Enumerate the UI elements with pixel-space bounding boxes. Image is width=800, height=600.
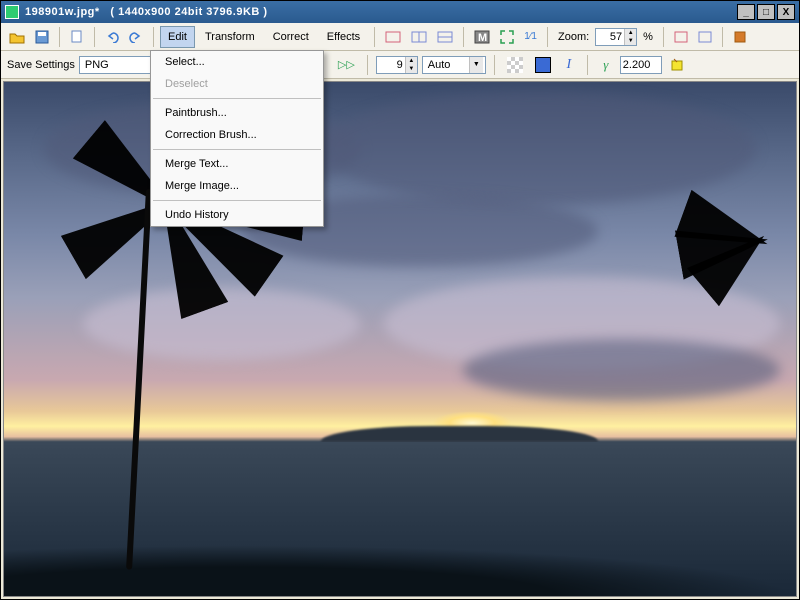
main-toolbar: Edit Transform Correct Effects M 1⁄1 Zoo…: [1, 23, 799, 51]
menu-separator: [153, 200, 321, 201]
menu-correct[interactable]: Correct: [265, 26, 317, 48]
menu-item-deselect: Deselect: [151, 73, 323, 95]
gamma-button[interactable]: γ: [596, 55, 616, 75]
window-a-button[interactable]: [670, 27, 692, 47]
gamma-field[interactable]: [620, 56, 662, 74]
window-title: 198901w.jpg* ( 1440x900 24bit 3796.9KB ): [25, 6, 735, 18]
auto-value: Auto: [425, 59, 454, 71]
number-spinner[interactable]: ▲▼: [376, 56, 418, 74]
separator: [153, 27, 154, 47]
zoom-stepper[interactable]: ▲▼: [624, 29, 636, 45]
fit-button[interactable]: [496, 27, 518, 47]
gamma-input[interactable]: [621, 57, 661, 73]
separator: [59, 27, 60, 47]
image-canvas[interactable]: [3, 81, 797, 597]
maximize-button[interactable]: □: [757, 4, 775, 20]
palm-tree-right: [717, 154, 797, 308]
zoom-label: Zoom:: [554, 31, 593, 43]
menu-item-select[interactable]: Select...: [151, 51, 323, 73]
menu-item-undo-history[interactable]: Undo History: [151, 204, 323, 226]
separator: [94, 27, 95, 47]
distant-land: [321, 426, 598, 441]
window-b-button[interactable]: [694, 27, 716, 47]
color-swatch-icon: [535, 57, 551, 73]
checker-icon: [507, 57, 523, 73]
separator: [463, 27, 464, 47]
separator: [374, 27, 375, 47]
chevron-down-icon: ▼: [469, 57, 483, 73]
zoom-spinner[interactable]: ▲▼: [595, 28, 637, 46]
view-split-h-button[interactable]: [407, 27, 431, 47]
app-window: 198901w.jpg* ( 1440x900 24bit 3796.9KB )…: [0, 0, 800, 600]
edit-note-button[interactable]: [666, 55, 688, 75]
close-button[interactable]: X: [777, 4, 795, 20]
fast-forward-button[interactable]: ▷▷: [334, 55, 359, 75]
separator: [663, 27, 664, 47]
svg-text:M: M: [478, 32, 487, 44]
separator: [587, 55, 588, 75]
interlace-button[interactable]: I: [559, 55, 579, 75]
menu-separator: [153, 149, 321, 150]
redo-button[interactable]: [125, 27, 147, 47]
menu-item-merge-image[interactable]: Merge Image...: [151, 175, 323, 197]
options-button[interactable]: [729, 27, 751, 47]
menu-item-merge-text[interactable]: Merge Text...: [151, 153, 323, 175]
open-button[interactable]: [5, 27, 29, 47]
separator: [367, 55, 368, 75]
edit-dropdown: Select... Deselect Paintbrush... Correct…: [150, 50, 324, 227]
filename: 198901w.jpg*: [25, 6, 100, 18]
view-single-button[interactable]: [381, 27, 405, 47]
image-info: ( 1440x900 24bit 3796.9KB ): [110, 6, 267, 18]
save-button[interactable]: [31, 27, 53, 47]
menu-separator: [153, 98, 321, 99]
undo-button[interactable]: [101, 27, 123, 47]
number-stepper[interactable]: ▲▼: [405, 57, 417, 73]
zoom-input[interactable]: [596, 29, 624, 45]
separator: [494, 55, 495, 75]
color-button[interactable]: [531, 55, 555, 75]
transparency-button[interactable]: [503, 55, 527, 75]
menu-edit[interactable]: Edit: [160, 26, 195, 48]
save-toolbar: Save Settings PNG ▼ ⇤ ▷ ▷▷ ▲▼ Auto ▼ I γ: [1, 51, 799, 79]
separator: [722, 27, 723, 47]
titlebar: 198901w.jpg* ( 1440x900 24bit 3796.9KB )…: [1, 1, 799, 23]
menu-transform[interactable]: Transform: [197, 26, 263, 48]
copy-button[interactable]: [66, 27, 88, 47]
number-input[interactable]: [377, 57, 405, 73]
app-icon: [5, 5, 19, 19]
actual-size-button[interactable]: 1⁄1: [520, 27, 541, 47]
marquee-button[interactable]: M: [470, 27, 494, 47]
minimize-button[interactable]: _: [737, 4, 755, 20]
zoom-pct: %: [639, 31, 657, 43]
auto-select[interactable]: Auto ▼: [422, 56, 486, 74]
view-split-v-button[interactable]: [433, 27, 457, 47]
menu-item-paintbrush[interactable]: Paintbrush...: [151, 102, 323, 124]
separator: [547, 27, 548, 47]
format-value: PNG: [82, 59, 112, 71]
menu-effects[interactable]: Effects: [319, 26, 368, 48]
menu-item-correction-brush[interactable]: Correction Brush...: [151, 124, 323, 146]
save-settings-label: Save Settings: [7, 59, 75, 71]
